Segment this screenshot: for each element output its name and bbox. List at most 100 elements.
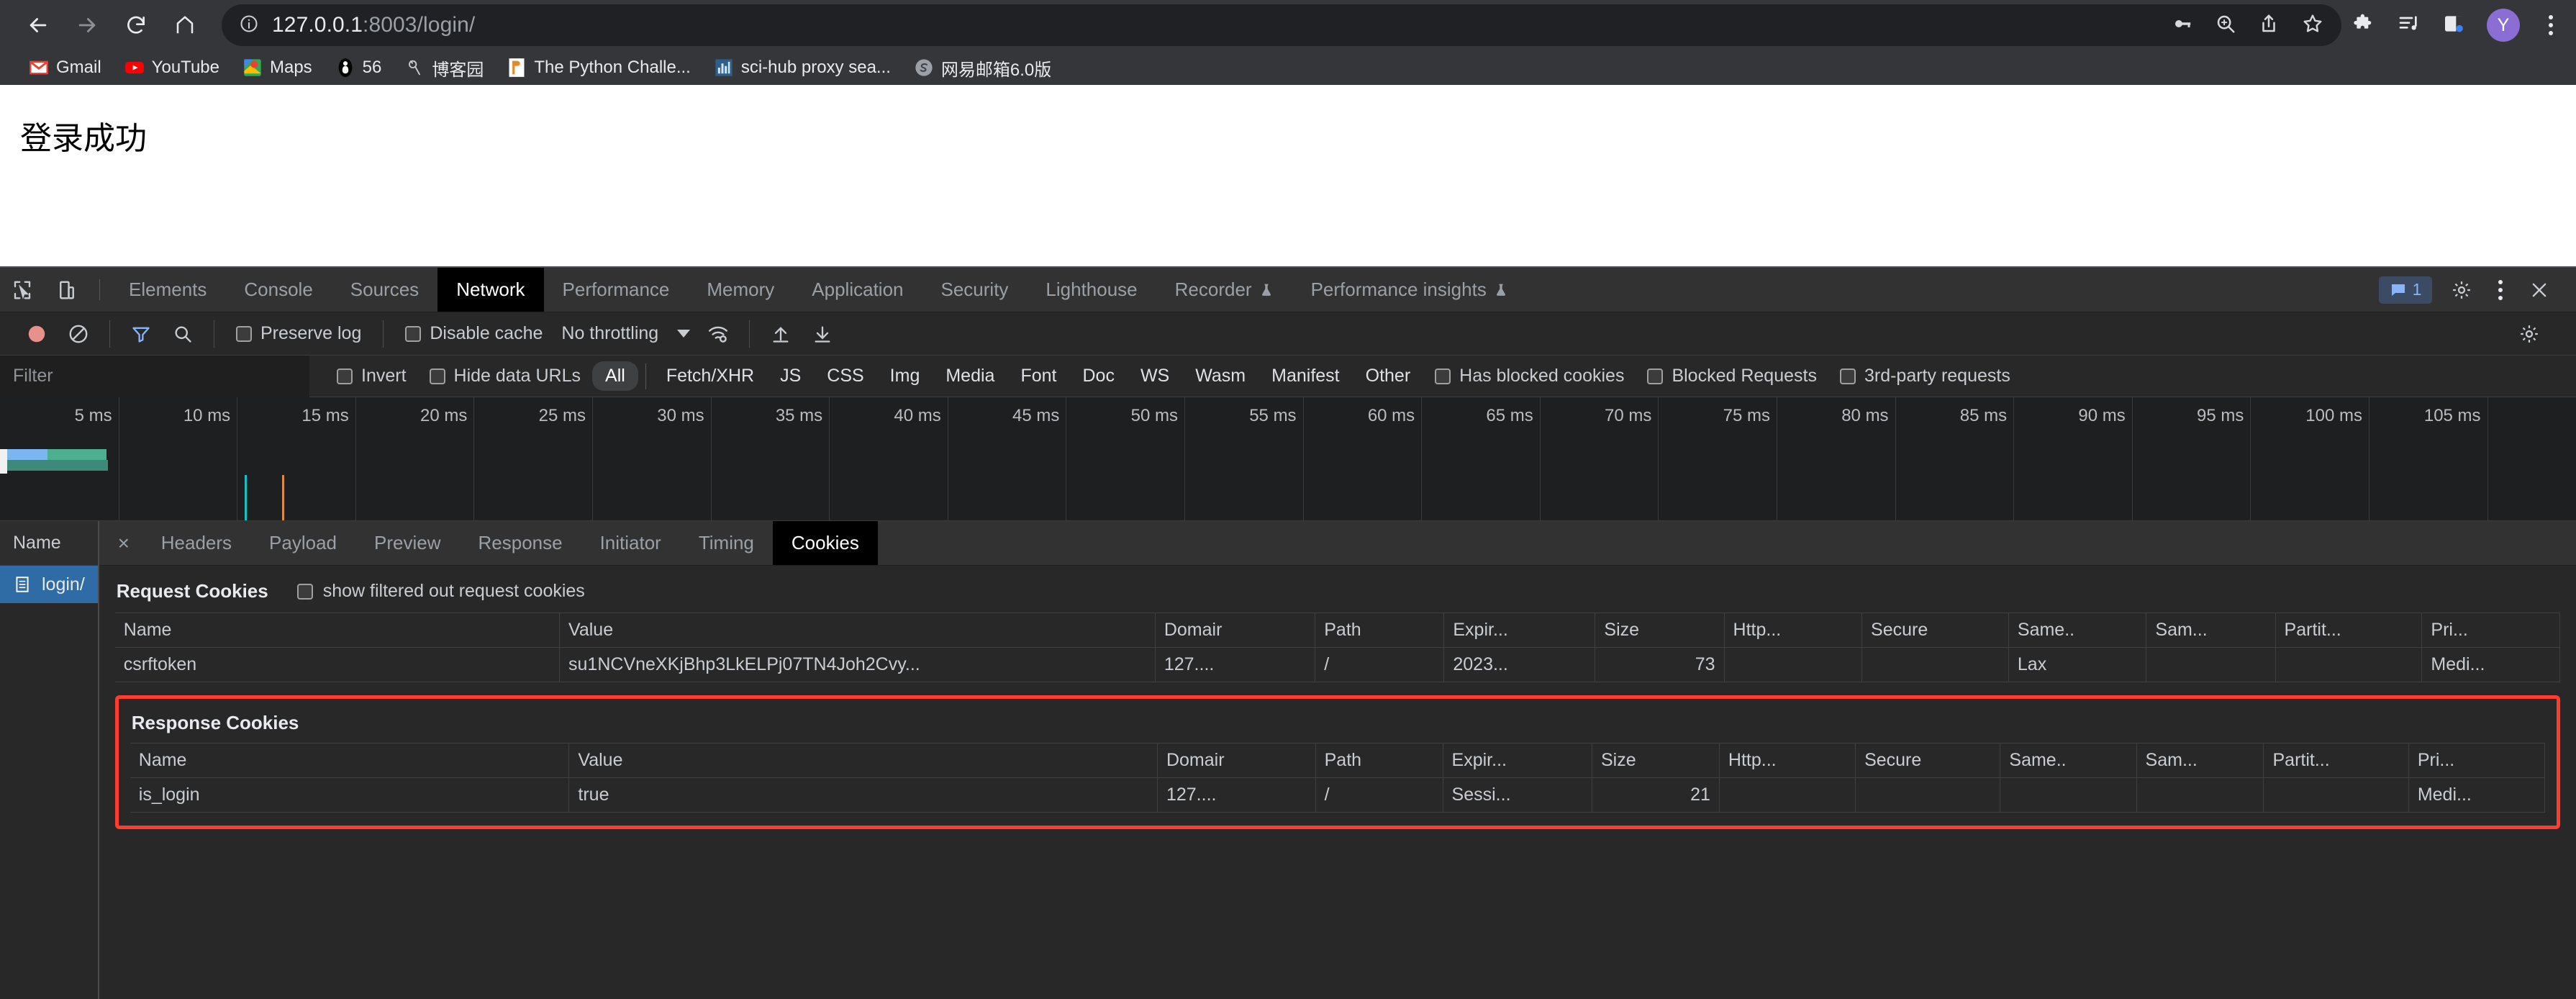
- bookmark-scihub[interactable]: sci-hub proxy sea...: [702, 53, 902, 82]
- col-name[interactable]: Name: [114, 612, 561, 648]
- media-list-icon[interactable]: [2398, 12, 2421, 39]
- col-secure[interactable]: Secure: [1861, 612, 2009, 648]
- avatar[interactable]: Y: [2487, 9, 2520, 42]
- col-sameparty[interactable]: Sam...: [2136, 743, 2264, 778]
- detail-tab-response[interactable]: Response: [460, 521, 581, 565]
- side-panel-icon[interactable]: [2442, 12, 2465, 39]
- filter-type-other[interactable]: Other: [1353, 361, 1424, 391]
- col-partitionkey[interactable]: Partit...: [2275, 612, 2423, 648]
- detail-tab-cookies[interactable]: Cookies: [772, 521, 878, 565]
- col-domain[interactable]: Domair: [1155, 612, 1316, 648]
- share-icon[interactable]: [2258, 13, 2280, 38]
- requests-column-header[interactable]: Name: [0, 521, 98, 566]
- close-devtools-icon[interactable]: [2517, 280, 2562, 300]
- checkbox-box[interactable]: [405, 325, 422, 342]
- tab-performance[interactable]: Performance: [544, 268, 689, 312]
- close-icon[interactable]: ×: [105, 521, 142, 565]
- forward-icon[interactable]: [65, 3, 109, 48]
- inspect-element-icon[interactable]: [0, 268, 45, 312]
- filter-icon[interactable]: [120, 313, 162, 355]
- tab-lighthouse[interactable]: Lighthouse: [1027, 268, 1156, 312]
- checkbox-box[interactable]: [1839, 368, 1856, 384]
- filter-type-img[interactable]: Img: [877, 361, 933, 391]
- devtools-menu-icon[interactable]: [2491, 279, 2510, 300]
- filter-type-font[interactable]: Font: [1007, 361, 1069, 391]
- has-blocked-cookies-checkbox[interactable]: Has blocked cookies: [1423, 366, 1636, 387]
- checkbox-box[interactable]: [1647, 368, 1664, 384]
- col-sameparty[interactable]: Sam...: [2146, 612, 2276, 648]
- home-icon[interactable]: [163, 3, 207, 48]
- clear-button[interactable]: [58, 313, 99, 355]
- zoom-icon[interactable]: [2215, 13, 2236, 38]
- tab-console[interactable]: Console: [225, 268, 331, 312]
- col-httponly[interactable]: Http...: [1724, 612, 1863, 648]
- col-partitionkey[interactable]: Partit...: [2263, 743, 2409, 778]
- table-row[interactable]: is_login true 127.... / Sessi... 21 Medi…: [130, 777, 2546, 813]
- device-toolbar-icon[interactable]: [45, 268, 89, 312]
- bookmark-gmail[interactable]: Gmail: [17, 53, 113, 82]
- checkbox-box[interactable]: [296, 583, 313, 600]
- disable-cache-checkbox[interactable]: Disable cache: [394, 323, 554, 344]
- show-filtered-cookies-checkbox[interactable]: show filtered out request cookies: [296, 581, 585, 602]
- col-name[interactable]: Name: [130, 743, 570, 778]
- network-conditions-icon[interactable]: [697, 313, 739, 355]
- tab-performance-insights[interactable]: Performance insights: [1292, 268, 1527, 312]
- filter-type-fetch-xhr[interactable]: Fetch/XHR: [653, 361, 767, 391]
- tab-network[interactable]: Network: [437, 268, 544, 312]
- chrome-menu-icon[interactable]: [2541, 15, 2560, 35]
- message-count-badge[interactable]: 1: [2379, 276, 2432, 304]
- blocked-requests-checkbox[interactable]: Blocked Requests: [1636, 366, 1828, 387]
- throttling-dropdown[interactable]: No throttling: [554, 323, 697, 344]
- col-value[interactable]: Value: [559, 612, 1156, 648]
- detail-tab-headers[interactable]: Headers: [142, 521, 250, 565]
- extensions-puzzle-icon[interactable]: [2353, 12, 2376, 39]
- third-party-requests-checkbox[interactable]: 3rd-party requests: [1828, 366, 2022, 387]
- export-har-icon[interactable]: [802, 313, 843, 355]
- filter-type-manifest[interactable]: Manifest: [1258, 361, 1352, 391]
- preserve-log-checkbox[interactable]: Preserve log: [225, 323, 373, 344]
- tab-security[interactable]: Security: [922, 268, 1028, 312]
- col-path[interactable]: Path: [1315, 612, 1445, 648]
- tab-memory[interactable]: Memory: [688, 268, 793, 312]
- checkbox-box[interactable]: [429, 368, 445, 384]
- filter-type-ws[interactable]: WS: [1128, 361, 1182, 391]
- detail-tab-timing[interactable]: Timing: [680, 521, 773, 565]
- checkbox-box[interactable]: [337, 368, 353, 384]
- filter-type-css[interactable]: CSS: [814, 361, 876, 391]
- bookmark-youtube[interactable]: YouTube: [113, 53, 231, 82]
- table-row[interactable]: csrftoken su1NCVneXKjBhp3LkELPj07TN4Joh2…: [114, 647, 2561, 682]
- bookmark-python-challenge[interactable]: The Python Challe...: [495, 53, 702, 82]
- bookmark-netease-mail[interactable]: 网易邮箱6.0版: [902, 51, 1063, 85]
- col-priority[interactable]: Pri...: [2408, 743, 2546, 778]
- tab-recorder[interactable]: Recorder: [1156, 268, 1292, 312]
- detail-tab-preview[interactable]: Preview: [355, 521, 459, 565]
- reload-icon[interactable]: [114, 3, 158, 48]
- checkbox-box[interactable]: [1435, 368, 1451, 384]
- col-path[interactable]: Path: [1315, 743, 1443, 778]
- bookmark-maps[interactable]: Maps: [231, 53, 324, 82]
- omnibox[interactable]: 127.0.0.1:8003/login/: [222, 4, 2341, 46]
- bookmark-56[interactable]: 56: [324, 53, 394, 82]
- col-httponly[interactable]: Http...: [1719, 743, 1856, 778]
- password-key-icon[interactable]: [2172, 13, 2193, 38]
- invert-checkbox[interactable]: Invert: [325, 366, 418, 387]
- table-row[interactable]: login/: [0, 566, 98, 603]
- col-size[interactable]: Size: [1595, 612, 1725, 648]
- settings-gear-icon[interactable]: [2439, 279, 2484, 301]
- filter-type-media[interactable]: Media: [933, 361, 1007, 391]
- col-expires[interactable]: Expir...: [1443, 612, 1596, 648]
- col-size[interactable]: Size: [1592, 743, 1720, 778]
- col-secure[interactable]: Secure: [1855, 743, 2001, 778]
- checkbox-box[interactable]: [236, 325, 252, 342]
- col-expires[interactable]: Expir...: [1443, 743, 1592, 778]
- tab-sources[interactable]: Sources: [332, 268, 437, 312]
- tab-application[interactable]: Application: [793, 268, 922, 312]
- bookmark-cnblogs[interactable]: 博客园: [393, 51, 495, 85]
- bookmark-star-icon[interactable]: [2301, 12, 2324, 39]
- filter-type-wasm[interactable]: Wasm: [1182, 361, 1258, 391]
- hide-data-urls-checkbox[interactable]: Hide data URLs: [418, 366, 592, 387]
- col-domain[interactable]: Domair: [1157, 743, 1316, 778]
- filter-input[interactable]: [0, 355, 309, 397]
- col-priority[interactable]: Pri...: [2421, 612, 2561, 648]
- col-value[interactable]: Value: [568, 743, 1158, 778]
